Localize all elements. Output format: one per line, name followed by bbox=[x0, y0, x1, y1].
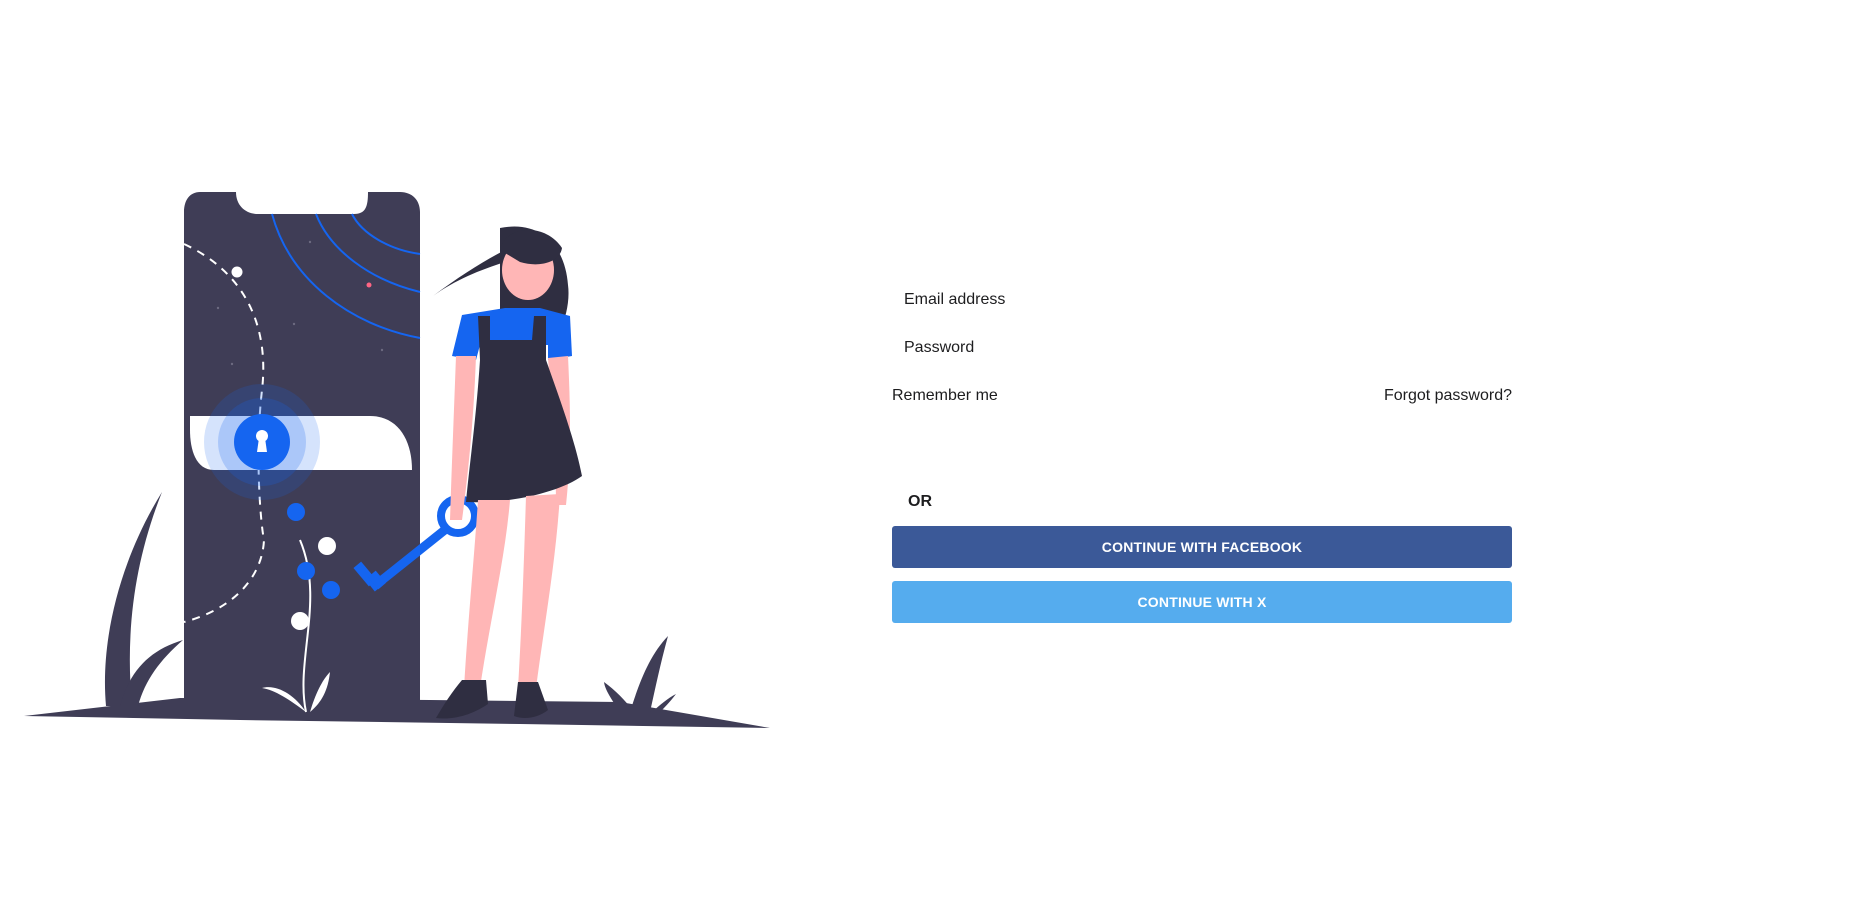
forgot-password-link[interactable]: Forgot password? bbox=[1384, 387, 1512, 405]
login-page: Email address Password Remember me Forgo… bbox=[0, 0, 1867, 919]
continue-with-x-button[interactable]: CONTINUE WITH X bbox=[892, 581, 1512, 623]
email-input[interactable] bbox=[892, 276, 1512, 324]
login-options-row: Remember me Forgot password? bbox=[892, 372, 1512, 420]
password-input[interactable] bbox=[892, 324, 1512, 372]
email-field[interactable]: Email address bbox=[892, 276, 1512, 324]
remember-me-checkbox[interactable]: Remember me bbox=[892, 387, 998, 405]
or-divider: OR bbox=[908, 493, 932, 510]
password-field[interactable]: Password bbox=[892, 324, 1512, 372]
submit-area bbox=[892, 420, 1512, 478]
login-form: Email address Password Remember me Forgo… bbox=[892, 276, 1512, 636]
continue-with-facebook-button[interactable]: CONTINUE WITH FACEBOOK bbox=[892, 526, 1512, 568]
phone-unlock-illustration bbox=[24, 192, 770, 728]
